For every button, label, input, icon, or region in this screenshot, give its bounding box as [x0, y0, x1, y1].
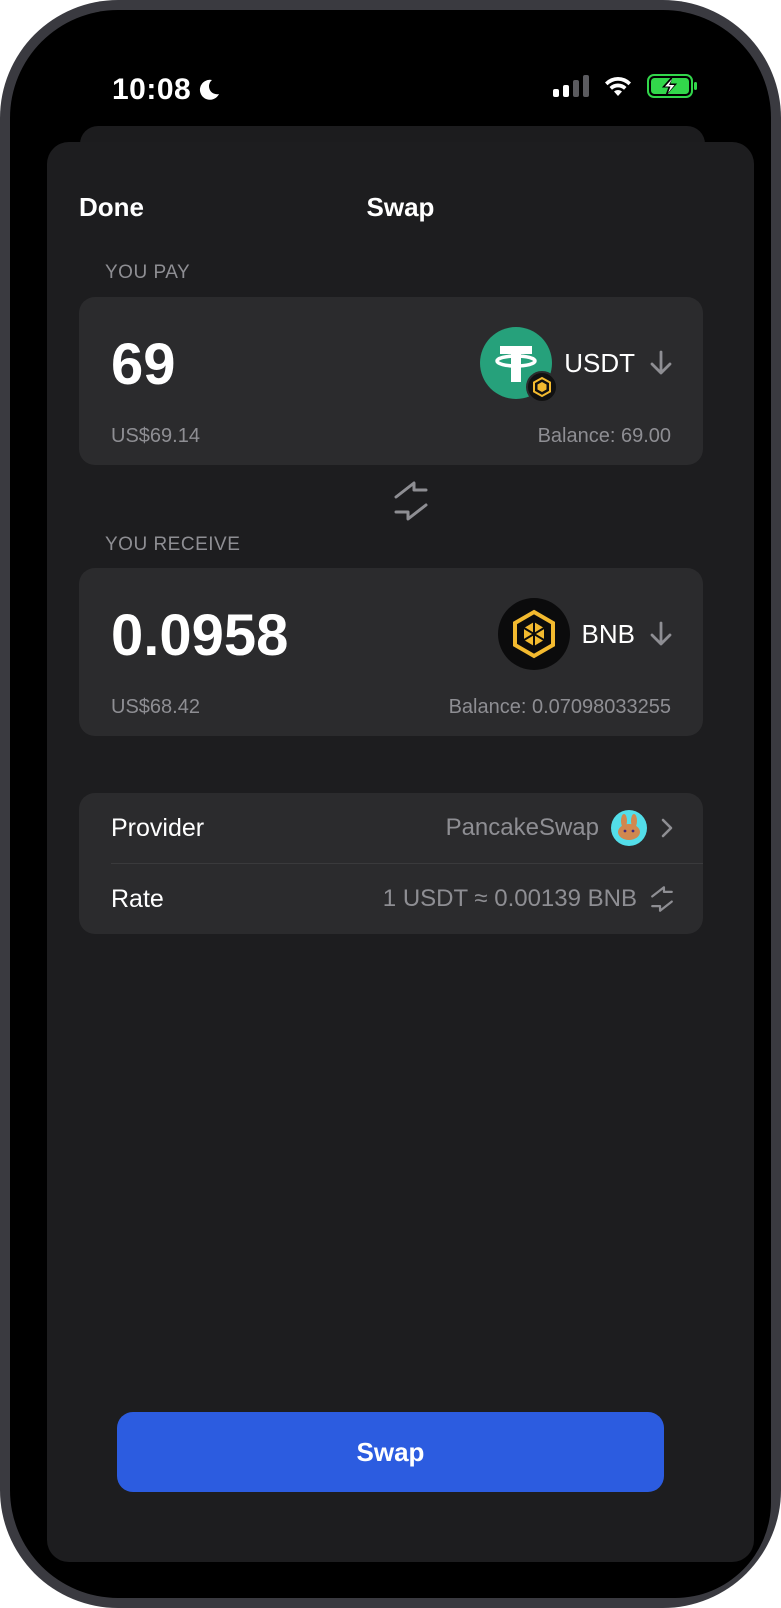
status-indicators — [553, 74, 699, 98]
rate-swap-icon[interactable] — [649, 886, 675, 912]
pay-token-symbol: USDT — [564, 347, 635, 378]
receive-token-symbol: BNB — [581, 618, 635, 649]
receive-balance: Balance: 0.07098033255 — [448, 696, 671, 718]
phone-bezel: 10:08 Done Swap YOU PAY 69 USDT US$69.14… — [10, 10, 771, 1598]
receive-amount: 0.0958 — [111, 603, 289, 668]
swap-sheet: Done Swap YOU PAY 69 USDT US$69.14 Balan… — [47, 142, 754, 1562]
rate-value: 1 USDT ≈ 0.00139 BNB — [382, 885, 637, 912]
receive-usd-value: US$68.42 — [111, 696, 200, 718]
pay-section-label: YOU PAY — [105, 262, 191, 283]
phone-frame: 10:08 Done Swap YOU PAY 69 USDT US$69.14… — [0, 0, 781, 1608]
status-time-text: 10:08 — [112, 73, 192, 106]
status-time: 10:08 — [112, 73, 221, 107]
screen: 10:08 Done Swap YOU PAY 69 USDT US$69.14… — [30, 30, 771, 1598]
swap-direction-icon[interactable] — [392, 481, 430, 521]
swap-button[interactable]: Swap — [117, 1412, 664, 1492]
receive-section-label: YOU RECEIVE — [105, 534, 241, 555]
moon-icon — [200, 79, 220, 100]
battery-charging-icon — [647, 74, 697, 98]
signal-icon — [553, 75, 589, 97]
chevron-down-icon — [650, 621, 672, 646]
provider-row[interactable]: Provider PancakeSwap — [111, 793, 675, 863]
provider-value: PancakeSwap — [445, 814, 599, 841]
chevron-down-icon — [650, 350, 672, 375]
usdt-icon — [480, 327, 559, 403]
provider-label: Provider — [111, 813, 205, 842]
page-title: Swap — [366, 192, 435, 222]
pancakeswap-icon — [611, 810, 647, 846]
chevron-right-icon — [661, 818, 673, 838]
bnb-icon — [497, 598, 570, 670]
pay-token-selector[interactable]: USDT — [480, 327, 675, 403]
receive-card[interactable]: 0.0958 BNB US$68.42 Balance: 0.070980332… — [79, 568, 703, 736]
swap-details-card: Provider PancakeSwap Rate 1 USDT ≈ 0.001… — [79, 793, 703, 934]
bnb-chain-badge-icon — [526, 371, 559, 403]
pay-card[interactable]: 69 USDT US$69.14 Balance: 69.00 — [79, 297, 703, 465]
wifi-icon — [605, 76, 631, 96]
pay-amount-input[interactable]: 69 — [111, 331, 176, 398]
rate-row[interactable]: Rate 1 USDT ≈ 0.00139 BNB — [111, 864, 675, 934]
pay-usd-value: US$69.14 — [111, 425, 200, 447]
receive-token-selector[interactable]: BNB — [497, 598, 675, 670]
pay-balance: Balance: 69.00 — [537, 425, 671, 447]
rate-label: Rate — [111, 884, 164, 913]
